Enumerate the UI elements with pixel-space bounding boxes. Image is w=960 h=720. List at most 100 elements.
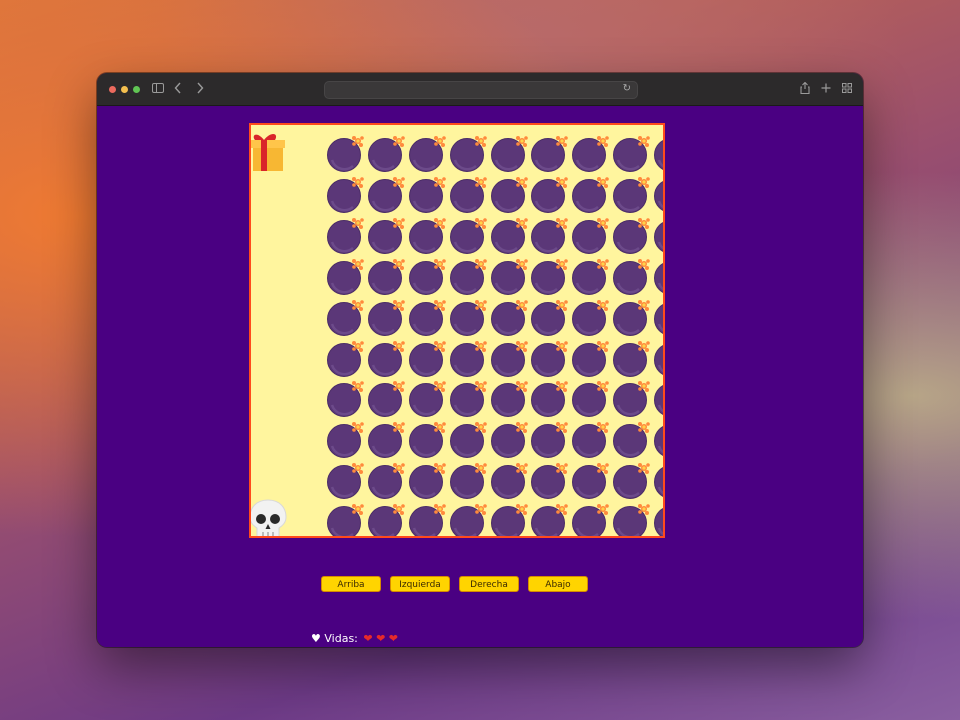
bomb-icon	[572, 503, 610, 536]
back-icon[interactable]	[171, 82, 185, 96]
bomb-icon	[531, 176, 569, 213]
bomb-icon	[654, 258, 663, 295]
bomb-icon	[408, 421, 446, 459]
bomb-icon	[654, 135, 663, 172]
bomb-icon	[449, 340, 487, 377]
address-bar[interactable]: ↻	[324, 81, 638, 99]
bomb-icon	[326, 217, 364, 254]
bomb-icon	[490, 503, 528, 536]
bomb-icon	[490, 176, 528, 213]
up-button[interactable]: Arriba	[321, 576, 381, 592]
bomb-icon	[531, 258, 569, 295]
lives-heart-icon: ♥	[311, 632, 321, 645]
maximize-window-button[interactable]	[133, 86, 140, 93]
bomb-icon	[490, 380, 528, 418]
bomb-icon	[613, 462, 650, 500]
bomb-icon	[613, 299, 650, 336]
bomb-icon	[572, 340, 610, 377]
bomb-icon	[613, 340, 650, 377]
bomb-icon	[408, 340, 446, 377]
bomb-icon	[408, 462, 446, 500]
bomb-icon	[654, 421, 663, 458]
bomb-icon	[367, 503, 405, 536]
new-tab-icon[interactable]	[819, 82, 833, 96]
bomb-icon	[367, 217, 405, 254]
bomb-icon	[654, 217, 663, 254]
bomb-icon	[408, 503, 446, 536]
tab-overview-icon[interactable]	[840, 82, 854, 96]
bomb-icon	[654, 340, 663, 377]
bomb-icon	[654, 503, 663, 536]
lives-display: ♥ Vidas: ❤ ❤ ❤	[311, 632, 398, 645]
down-button[interactable]: Abajo	[528, 576, 588, 592]
bomb-icon	[326, 380, 364, 418]
bomb-icon	[367, 258, 405, 295]
bomb-icon	[613, 217, 650, 254]
bomb-icon	[654, 176, 663, 213]
bomb-icon	[408, 217, 446, 254]
bomb-icon	[572, 462, 610, 500]
gift-icon	[251, 131, 285, 171]
minimize-window-button[interactable]	[121, 86, 128, 93]
game-board	[249, 123, 665, 538]
bomb-icon	[531, 421, 569, 459]
bomb-icon	[326, 503, 364, 536]
bomb-icon	[449, 258, 487, 295]
bomb-icon	[326, 258, 364, 295]
bomb-icon	[326, 299, 364, 336]
bomb-icon	[654, 462, 663, 499]
bomb-icon	[613, 258, 650, 295]
bomb-icon	[613, 380, 650, 418]
lives-hearts: ❤ ❤ ❤	[363, 632, 399, 645]
bomb-icon	[572, 380, 610, 418]
bomb-icon	[572, 258, 610, 295]
bomb-icon	[326, 421, 364, 459]
left-button[interactable]: Izquierda	[390, 576, 450, 592]
sidebar-icon[interactable]	[151, 82, 165, 96]
bomb-icon	[613, 503, 650, 536]
bomb-icon	[531, 503, 569, 536]
bomb-icon	[613, 135, 650, 172]
bomb-icon	[572, 299, 610, 336]
bomb-icon	[367, 380, 405, 418]
bomb-icon	[367, 299, 405, 336]
bomb-icon	[449, 421, 487, 459]
close-window-button[interactable]	[109, 86, 116, 93]
bomb-icon	[490, 421, 528, 459]
bomb-icon	[367, 135, 405, 172]
bomb-icon	[408, 176, 446, 213]
bomb-icon	[531, 217, 569, 254]
forward-icon[interactable]	[193, 82, 207, 96]
share-icon[interactable]	[798, 81, 812, 96]
bomb-icon	[449, 462, 487, 500]
bomb-icon	[367, 340, 405, 377]
bomb-icon	[367, 462, 405, 500]
bomb-icon	[449, 217, 487, 254]
bomb-icon	[367, 176, 405, 213]
lives-label: Vidas:	[324, 632, 358, 645]
bomb-icon	[531, 380, 569, 418]
bomb-icon	[449, 380, 487, 418]
bomb-icon	[531, 135, 569, 172]
bomb-icon	[531, 462, 569, 500]
bomb-icon	[449, 135, 487, 172]
bomb-icon	[531, 340, 569, 377]
bomb-icon	[367, 421, 405, 459]
bomb-icon	[572, 176, 610, 213]
bomb-icon	[490, 135, 528, 172]
bomb-icon	[490, 462, 528, 500]
bomb-icon	[408, 135, 446, 172]
bomb-icon	[572, 217, 610, 254]
bomb-icon	[654, 380, 663, 417]
bomb-icon	[449, 503, 487, 536]
right-button[interactable]: Derecha	[459, 576, 519, 592]
bomb-icon	[326, 340, 364, 377]
bomb-icon	[408, 258, 446, 295]
reload-icon[interactable]: ↻	[623, 83, 631, 94]
bomb-icon	[490, 340, 528, 377]
page-content: Arriba Izquierda Derecha Abajo ♥ Vidas: …	[97, 106, 863, 647]
bomb-icon	[326, 176, 364, 213]
bomb-icon	[326, 462, 364, 500]
bomb-icon	[572, 135, 610, 172]
bomb-icon	[326, 135, 364, 172]
